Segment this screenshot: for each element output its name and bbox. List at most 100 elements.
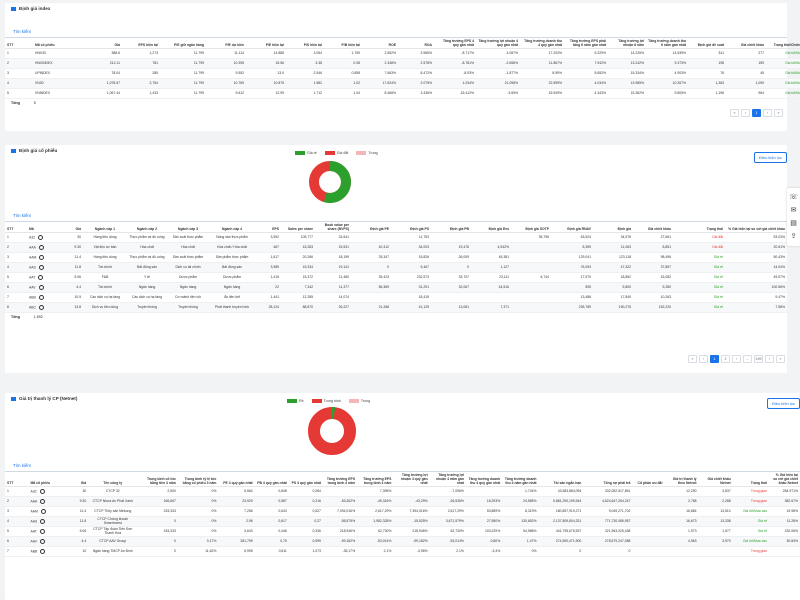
column-header[interactable]: Định giá PS: [391, 222, 431, 234]
column-header[interactable]: PB 4 quý gần nhất: [254, 472, 289, 488]
column-header[interactable]: ROE: [362, 38, 398, 50]
search-icon[interactable]: [39, 255, 45, 260]
table-row[interactable]: 7 ABB 10 Ngân hàng TMCP An Bình 0 11,62% 5,995…: [5, 546, 800, 558]
page-button[interactable]: 2: [721, 355, 730, 363]
search-icon[interactable]: [40, 549, 46, 555]
column-header[interactable]: Giá: [64, 472, 89, 488]
column-header[interactable]: STT: [5, 222, 27, 234]
table-row[interactable]: 3 UPINDEX 78.04 285 11.799 9.552 13.9 2.546 0.85…: [5, 68, 800, 80]
column-header[interactable]: Giá: [88, 38, 122, 50]
page-button[interactable]: ‹: [699, 355, 708, 363]
page-button[interactable]: »: [776, 355, 785, 363]
column-header[interactable]: Tăng trưởng lợi nhuận 4 quý gần nhất: [476, 38, 520, 50]
column-header[interactable]: Ngành cấp 4: [209, 222, 255, 234]
page-button[interactable]: «: [688, 355, 697, 363]
search-icon[interactable]: [40, 499, 46, 505]
column-header[interactable]: P/E giữ ngân hàng: [160, 38, 206, 50]
column-header[interactable]: Định giá đề xuất: [688, 38, 726, 50]
search-icon[interactable]: [39, 489, 45, 495]
page-button[interactable]: «: [730, 109, 739, 117]
table-row[interactable]: 1 A32 30 CTCP 32 2,500 0% 5,564 0,848 0,284 7,395…: [5, 486, 800, 498]
column-header[interactable]: EPS hiện tại: [122, 38, 160, 50]
legend-item[interactable]: Giá đắt: [324, 151, 348, 156]
column-header[interactable]: Tăng trưởng lợi nhuận 6 năm: [608, 38, 646, 50]
table-row[interactable]: 6 AAV 4.4 Tài chính Ngân hàng Ngân hàng Ngân h…: [5, 282, 787, 294]
column-header[interactable]: Giá chiết khấu: [633, 222, 673, 234]
search-icon[interactable]: [40, 509, 46, 515]
table-row[interactable]: 2 HNXINDEX 212.11 781 11.799 10.395 15.56 3.38 0…: [5, 58, 800, 70]
legend-item[interactable]: Rẻ: [287, 399, 304, 404]
table-row[interactable]: 3 AAM 11.4 CTCP Thủy sản Mekong 233,333 0% 7,2…: [5, 506, 800, 518]
column-header[interactable]: Định giá Ees: [471, 222, 511, 234]
page-button[interactable]: ›: [732, 355, 741, 363]
column-header[interactable]: Tăng trưởng doanh thu 6 năm gần nhất: [646, 38, 688, 50]
column-header[interactable]: Định giá: [593, 222, 633, 234]
table-row[interactable]: 7 ABB 10.5 Các dịch vụ hạ tầng Các dịch vụ h…: [5, 292, 787, 304]
column-header[interactable]: Trung bình cổ tức bằng tiền 3 năm: [137, 472, 178, 488]
column-header[interactable]: Tăng trưởng doanh thu 4 năm gần nhất: [502, 472, 539, 488]
page-button[interactable]: ›: [765, 355, 774, 363]
column-header[interactable]: Tăng trưởng lợi nhuận 4 quý gần nhất: [393, 472, 430, 488]
column-header[interactable]: Tăng trưởng EPS trung bình 4 năm: [322, 472, 358, 488]
column-header[interactable]: Sales per share: [281, 222, 315, 234]
column-header[interactable]: PE 4 quý gần nhất: [218, 472, 255, 488]
column-header[interactable]: Tăng trưởng EPS 4 quý gần nhất: [434, 38, 476, 50]
column-header[interactable]: Tổng nợ phải trả: [583, 472, 633, 488]
search-icon[interactable]: [38, 305, 44, 310]
legend-item[interactable]: Trung bình: [311, 399, 341, 404]
search-tab[interactable]: Tìm kiếm: [5, 460, 800, 472]
chat-icon[interactable]: ✉: [791, 207, 797, 214]
table-row[interactable]: 5 AAT 5.06 CTCP Tập đoàn Tiên Sơn Thanh Hóa…: [5, 526, 800, 538]
column-header[interactable]: Ngành cấp 2: [127, 222, 167, 234]
table-row[interactable]: 3 AAM 11.4 Hàng tiêu dùng Thực phẩm và đồ uố…: [5, 252, 787, 264]
column-header[interactable]: Tài sản ngắn hạn: [538, 472, 584, 488]
column-header[interactable]: P/E hiện tại: [246, 38, 286, 50]
column-header[interactable]: STT: [5, 38, 33, 50]
legend-item[interactable]: Giá rẻ: [295, 151, 317, 156]
search-icon[interactable]: [38, 295, 44, 300]
filter-button[interactable]: Điều kiện lọc: [754, 152, 787, 163]
table-row[interactable]: 4 AAS 11.8 Tài chính Bất động sản Dịch vụ tài…: [5, 262, 787, 274]
search-icon[interactable]: [40, 539, 46, 545]
column-header[interactable]: Trạng thái: [673, 222, 725, 234]
column-header[interactable]: P/E dự kiến: [206, 38, 246, 50]
column-header[interactable]: Giá: [59, 222, 83, 234]
column-header[interactable]: STT: [5, 472, 29, 488]
search-tab[interactable]: Tìm kiếm: [5, 26, 787, 38]
table-row[interactable]: 5 VNINDEX 1,067.44 1,433 11.799 9.612 12.99 1.7…: [5, 88, 800, 100]
column-header[interactable]: Giá chiết khấu Netnet: [698, 472, 733, 488]
column-header[interactable]: Trạng thái: [732, 472, 769, 488]
legend-item[interactable]: Trung: [356, 151, 378, 156]
column-header[interactable]: Tăng trưởng doanh thu 4 quý gần nhất: [520, 38, 564, 50]
column-header[interactable]: ROA: [398, 38, 434, 50]
column-header[interactable]: EPS: [255, 222, 281, 234]
column-header[interactable]: Định giá SOTP: [511, 222, 551, 234]
column-header[interactable]: Cổ phần ưu đãi: [632, 472, 665, 488]
table-row[interactable]: 6 AAV 4.4 CTCP AAV Group 0 0,17% 281,759 0,75 0,…: [5, 536, 800, 548]
column-header[interactable]: Tăng trưởng EPS trung bình 4 năm: [357, 472, 394, 488]
column-header[interactable]: Định giá PE: [351, 222, 391, 234]
column-header[interactable]: Định giá PB: [431, 222, 471, 234]
phone-icon[interactable]: ☏: [789, 194, 798, 201]
table-row[interactable]: 2 AAA 9.30 CTCP Nhựa An Phát Xanh 166,667 0% 2…: [5, 496, 800, 508]
document-icon[interactable]: ▤: [790, 220, 797, 227]
column-header[interactable]: Trạng thái/Chiến lược: [766, 38, 800, 50]
table-row[interactable]: 4 VN30 1,078.57 2,754 11.799 10.769 10.875 1.58…: [5, 78, 800, 90]
column-header[interactable]: Định giá RNAV: [551, 222, 593, 234]
page-button[interactable]: 199: [754, 355, 763, 363]
column-header[interactable]: % Giá hiện tại so với giá chiết khấu Net…: [768, 472, 800, 488]
page-button[interactable]: »: [774, 109, 783, 117]
page-button[interactable]: ...: [743, 355, 752, 363]
column-header[interactable]: PS 4 quý gần nhất: [288, 472, 323, 488]
legend-item[interactable]: Trung: [348, 399, 370, 404]
search-icon[interactable]: [38, 235, 44, 240]
search-icon[interactable]: [38, 265, 44, 270]
page-button[interactable]: ‹: [741, 109, 750, 117]
table-row[interactable]: 1 HNX30 388.6 1,273 11.799 11.114 14.888 3.054 1…: [5, 48, 800, 60]
column-header[interactable]: Book value per share (BVPS): [315, 222, 351, 234]
column-header[interactable]: P/B hiện tại: [324, 38, 362, 50]
table-row[interactable]: 8 ABC 13.8 Dịch vụ tiêu dùng Truyền thông Tru…: [5, 302, 787, 314]
export-icon[interactable]: ⇪: [791, 233, 797, 240]
table-row[interactable]: 1 A32 30 Hàng tiêu dùng Thực phẩm và đồ uống…: [5, 232, 787, 244]
search-icon[interactable]: [38, 245, 44, 250]
